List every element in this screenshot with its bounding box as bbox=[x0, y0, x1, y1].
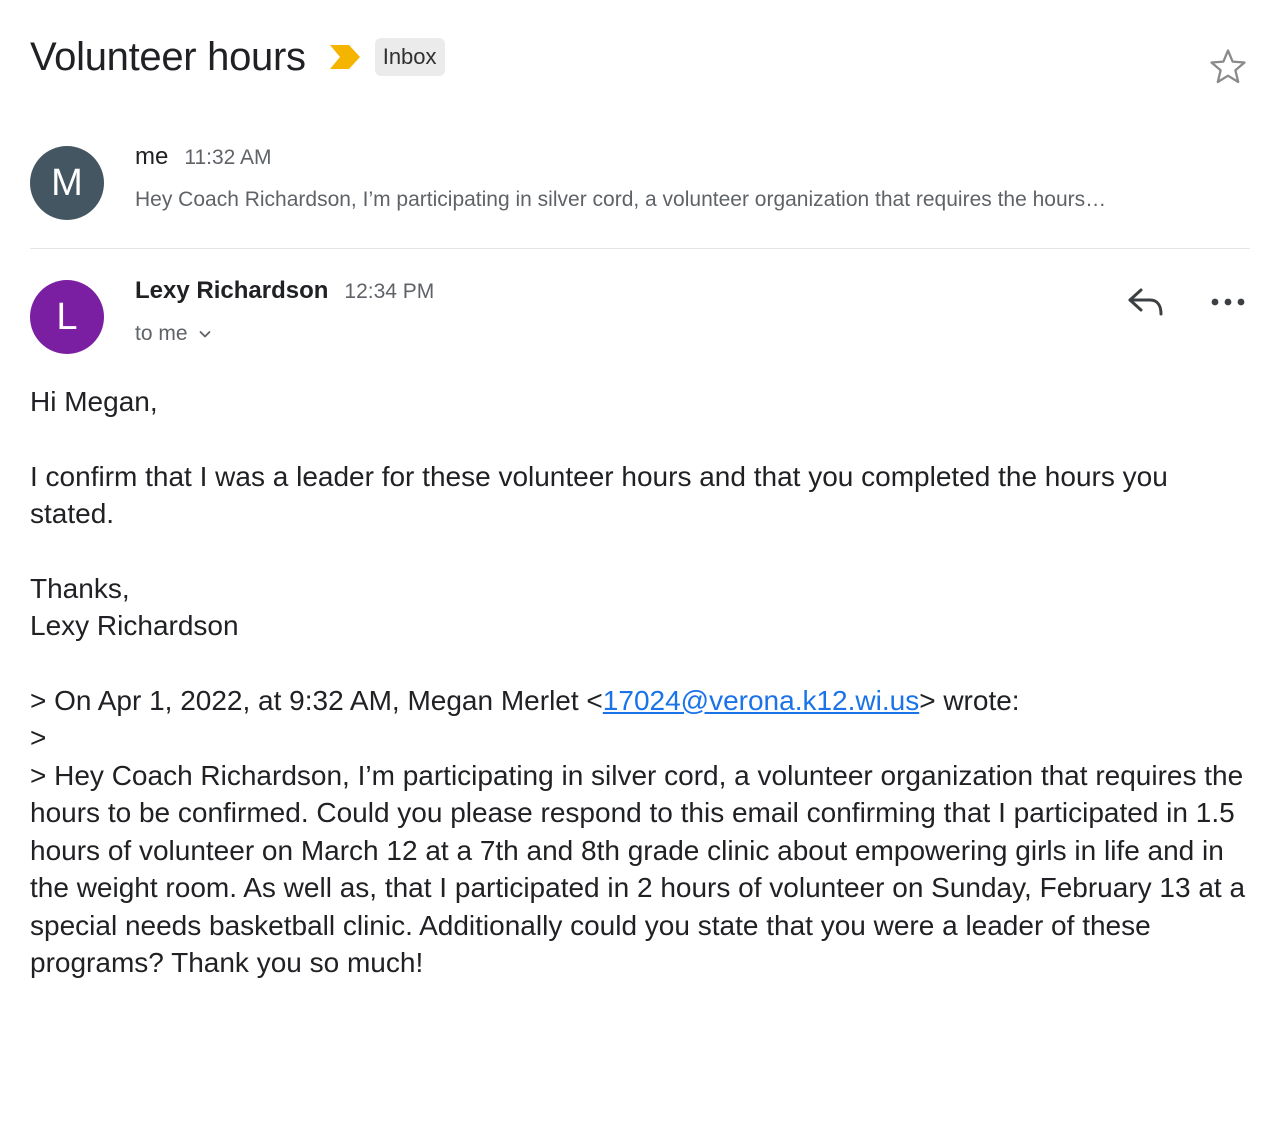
importance-marker-icon[interactable] bbox=[328, 42, 362, 72]
message-divider bbox=[30, 248, 1250, 249]
quote-header-prefix: > On Apr 1, 2022, at 9:32 AM, Megan Merl… bbox=[30, 684, 603, 716]
subject-title: Volunteer hours bbox=[30, 35, 306, 79]
email-thread-view: Volunteer hours Inbox M me 11:32 AM Hey … bbox=[0, 0, 1280, 1138]
message-snippet[interactable]: Hey Coach Richardson, I’m participating … bbox=[135, 188, 1235, 212]
quote-header-suffix: > wrote: bbox=[919, 684, 1020, 716]
signature: Lexy Richardson bbox=[30, 610, 239, 641]
message-header-me[interactable]: me 11:32 AM bbox=[135, 143, 272, 171]
quoted-text: > Hey Coach Richardson, I’m participatin… bbox=[30, 759, 1246, 979]
reply-icon[interactable] bbox=[1126, 284, 1166, 320]
quote-header: > On Apr 1, 2022, at 9:32 AM, Megan Merl… bbox=[30, 682, 1255, 720]
quote-blank-line: > bbox=[30, 722, 47, 753]
recipients-label: to me bbox=[135, 322, 188, 345]
message-body: Hi Megan, I confirm that I was a leader … bbox=[30, 383, 1255, 982]
greeting: Hi Megan, bbox=[30, 386, 158, 417]
sender-name: me bbox=[135, 143, 169, 170]
sender-avatar-lexy[interactable]: L bbox=[30, 280, 104, 354]
signoff: Thanks, bbox=[30, 572, 130, 604]
sender-name[interactable]: Lexy Richardson bbox=[135, 277, 328, 305]
message-time: 11:32 AM bbox=[184, 146, 272, 169]
chevron-down-icon bbox=[199, 331, 210, 338]
more-horizontal-icon[interactable] bbox=[1208, 290, 1248, 314]
inbox-label-chip[interactable]: Inbox bbox=[374, 38, 445, 76]
subject-row: Volunteer hours Inbox bbox=[30, 30, 445, 84]
recipients-toggle[interactable]: to me bbox=[135, 322, 212, 346]
sender-avatar-me[interactable]: M bbox=[30, 146, 104, 220]
star-icon[interactable] bbox=[1208, 47, 1248, 87]
message-time: 12:34 PM bbox=[344, 280, 435, 303]
message-header-lexy: Lexy Richardson 12:34 PM bbox=[135, 277, 434, 305]
body-paragraph: I confirm that I was a leader for these … bbox=[30, 460, 1168, 530]
quoted-email-link[interactable]: 17024@verona.k12.wi.us bbox=[603, 685, 919, 716]
